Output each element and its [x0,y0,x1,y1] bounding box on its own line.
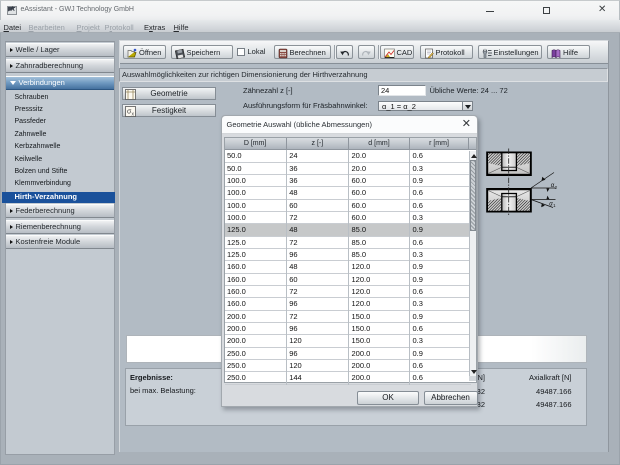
svg-text:1: 1 [553,203,556,208]
svg-text:2: 2 [555,185,558,190]
